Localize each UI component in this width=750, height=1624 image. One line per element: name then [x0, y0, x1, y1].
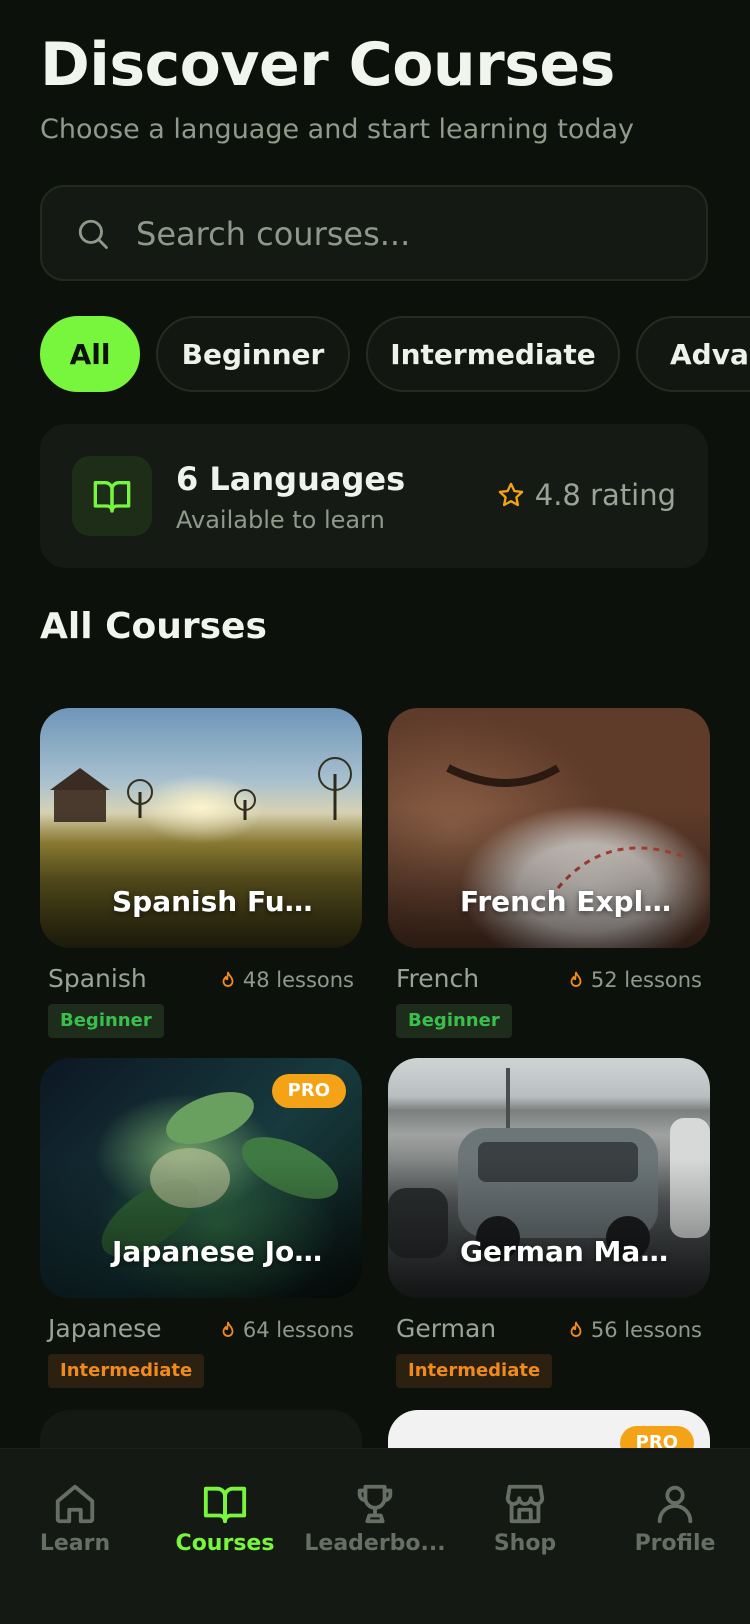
flame-icon	[570, 971, 582, 987]
filter-chip-intermediate[interactable]: Intermediate	[366, 316, 620, 392]
user-icon	[657, 1485, 693, 1524]
course-image: PRO Japanese Jour...	[40, 1058, 362, 1298]
course-lessons: 64 lessons	[219, 1318, 354, 1342]
store-icon	[505, 1484, 545, 1524]
course-lessons: 56 lessons	[567, 1318, 702, 1342]
course-lessons: 48 lessons	[219, 968, 354, 992]
course-title: German Mast...	[460, 1235, 703, 1268]
rating: 4.8 rating	[497, 478, 676, 512]
course-card-japanese[interactable]: PRO Japanese Jour... Japanese 64 lessons…	[40, 1058, 362, 1388]
pro-badge: PRO	[271, 1074, 346, 1108]
flame-icon	[222, 971, 234, 987]
search-placeholder: Search courses...	[136, 215, 411, 253]
course-language: Japanese	[48, 1314, 162, 1343]
course-card-french[interactable]: French Explorer French 52 lessons Beginn…	[388, 708, 710, 1038]
course-card-german[interactable]: German Mast... German 56 lessons Interme…	[388, 1058, 710, 1388]
tab-label: Leaderbo...	[304, 1531, 446, 1556]
tab-courses[interactable]: Courses	[150, 1449, 300, 1624]
tab-profile[interactable]: Profile	[600, 1449, 750, 1624]
image-shade	[388, 808, 710, 948]
course-card-spanish[interactable]: Spanish Fund... Spanish 48 lessons Begin…	[40, 708, 362, 1038]
filter-chip-beginner[interactable]: Beginner	[156, 316, 350, 392]
tab-label: Profile	[634, 1531, 716, 1556]
course-language: Spanish	[48, 964, 147, 993]
course-image: French Explorer	[388, 708, 710, 948]
home-icon	[55, 1484, 95, 1524]
level-badge: Intermediate	[396, 1354, 553, 1388]
image-shade	[388, 1158, 710, 1298]
lessons-count: 52 lessons	[590, 968, 702, 992]
course-meta: Spanish 48 lessons	[40, 960, 362, 1004]
level-badge: Beginner	[48, 1004, 164, 1038]
tab-label: Courses	[175, 1531, 275, 1556]
image-shade	[40, 808, 362, 948]
search-input[interactable]: Search courses...	[40, 185, 708, 281]
tab-learn[interactable]: Learn	[0, 1449, 150, 1624]
course-title: Spanish Fund...	[112, 885, 357, 918]
search-icon	[78, 219, 108, 249]
course-meta: Japanese 64 lessons	[40, 1310, 362, 1354]
filter-chip-advanced[interactable]: Advan	[636, 316, 750, 392]
filter-chips: All Beginner Intermediate Advan	[40, 316, 750, 392]
course-image: German Mast...	[388, 1058, 710, 1298]
filter-chip-all[interactable]: All	[40, 316, 140, 392]
bottom-tab-bar: Learn Courses Leaderbo... Shop Profile	[0, 1448, 750, 1624]
course-title: Japanese Jour...	[112, 1235, 356, 1268]
course-image: Spanish Fund...	[40, 708, 362, 948]
lessons-count: 64 lessons	[242, 1318, 354, 1342]
tab-label: Shop	[493, 1531, 557, 1556]
course-meta: German 56 lessons	[388, 1310, 710, 1354]
languages-subtitle: Available to learn	[176, 506, 385, 534]
page-subtitle: Choose a language and start learning tod…	[40, 114, 635, 145]
page-title: Discover Courses	[40, 30, 615, 100]
languages-count: 6 Languages	[176, 460, 406, 498]
book-open-icon-wrapper	[72, 456, 152, 536]
course-language: German	[396, 1314, 497, 1343]
rating-label: 4.8 rating	[534, 478, 676, 512]
course-lessons: 52 lessons	[567, 968, 702, 992]
image-shade	[40, 1158, 362, 1298]
tab-shop[interactable]: Shop	[450, 1449, 600, 1624]
star-icon	[498, 482, 523, 507]
flame-icon	[222, 1321, 234, 1337]
languages-summary-card: 6 Languages Available to learn 4.8 ratin…	[40, 424, 708, 568]
trophy-icon	[357, 1484, 393, 1524]
flame-icon	[570, 1321, 582, 1337]
course-language: French	[396, 964, 480, 993]
section-title-all-courses: All Courses	[40, 606, 267, 647]
level-badge: Intermediate	[48, 1354, 205, 1388]
book-open-icon	[93, 481, 131, 513]
tab-leaderboard[interactable]: Leaderbo...	[300, 1449, 450, 1624]
tab-label: Learn	[39, 1531, 111, 1556]
lessons-count: 48 lessons	[242, 968, 354, 992]
course-title: French Explorer	[460, 885, 710, 918]
discover-courses-screen: Discover Courses Choose a language and s…	[0, 0, 750, 1624]
book-open-icon	[203, 1486, 247, 1524]
level-badge: Beginner	[396, 1004, 512, 1038]
lessons-count: 56 lessons	[590, 1318, 702, 1342]
course-meta: French 52 lessons	[388, 960, 710, 1004]
